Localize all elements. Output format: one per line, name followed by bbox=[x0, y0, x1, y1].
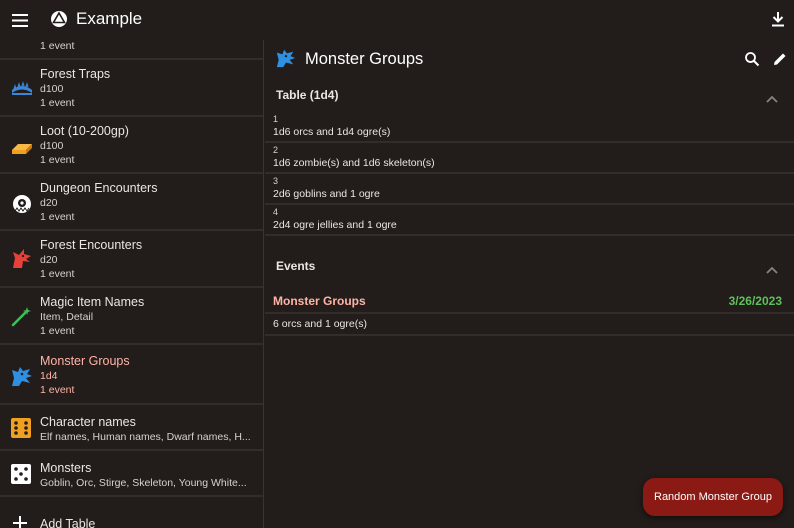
row-number: 2 bbox=[273, 145, 279, 155]
magic-wand-icon bbox=[10, 304, 34, 328]
event-name: Monster Groups bbox=[273, 294, 366, 308]
sidebar-item-dice: d20 bbox=[40, 254, 58, 266]
row-value: 2d4 ogre jellies and 1 ogre bbox=[273, 219, 397, 231]
row-value: 2d6 goblins and 1 ogre bbox=[273, 188, 380, 200]
sidebar-item-dice: Item, Detail bbox=[40, 311, 94, 323]
chevron-up-icon[interactable] bbox=[766, 261, 778, 274]
dice-icon bbox=[10, 463, 34, 487]
app-title: Example bbox=[76, 9, 143, 28]
sidebar-item-label: Monsters bbox=[40, 461, 92, 475]
sidebar-item-magic-item-names[interactable]: Magic Item Names Item, Detail 1 event bbox=[0, 288, 263, 345]
download-icon[interactable] bbox=[770, 10, 788, 28]
sidebar-item-label: Magic Item Names bbox=[40, 295, 145, 309]
sidebar-item-events: 1 event bbox=[40, 154, 75, 166]
sidebar-item-events: 1 event bbox=[40, 211, 75, 223]
search-icon[interactable] bbox=[744, 51, 760, 67]
main-header: Monster Groups bbox=[265, 40, 794, 80]
sidebar-item-label: Forest Traps bbox=[40, 67, 111, 81]
sidebar-item-events: 1 event bbox=[40, 97, 75, 109]
sidebar-item-events: 1 event bbox=[40, 384, 75, 396]
sidebar-item-loot[interactable]: Loot (10-200gp) d100 1 event bbox=[0, 117, 263, 174]
sidebar-item-label: Forest Encounters bbox=[40, 238, 143, 252]
table-row: 2 1d6 zombie(s) and 1d6 skeleton(s) bbox=[265, 143, 794, 174]
dice-icon bbox=[10, 417, 34, 441]
row-number: 3 bbox=[273, 176, 279, 186]
sidebar-item-label: Character names bbox=[40, 415, 136, 429]
row-value: 1d6 orcs and 1d4 ogre(s) bbox=[273, 126, 391, 138]
sidebar: 1 event Forest Traps d100 1 event Loot (… bbox=[0, 40, 264, 528]
table-row: 1 1d6 orcs and 1d4 ogre(s) bbox=[265, 112, 794, 143]
row-number: 4 bbox=[273, 207, 279, 217]
table-row: 4 2d4 ogre jellies and 1 ogre bbox=[265, 205, 794, 236]
random-roll-button[interactable]: Random Monster Group bbox=[643, 478, 783, 516]
row-value: 1d6 zombie(s) and 1d6 skeleton(s) bbox=[273, 157, 435, 169]
trap-icon bbox=[10, 76, 34, 100]
event-result-row: 6 orcs and 1 ogre(s) bbox=[265, 314, 794, 336]
sidebar-item-dice: d100 bbox=[40, 140, 64, 152]
sidebar-item-dice: d100 bbox=[40, 83, 64, 95]
monster-icon bbox=[275, 47, 297, 69]
sidebar-item-events: 1 event bbox=[40, 325, 75, 337]
sidebar-item-forest-traps[interactable]: Forest Traps d100 1 event bbox=[0, 60, 263, 117]
table-section-title: Table (1d4) bbox=[276, 88, 339, 102]
sidebar-item-columns: Goblin, Orc, Stirge, Skeleton, Young Whi… bbox=[40, 477, 247, 489]
events-section-title: Events bbox=[276, 259, 316, 273]
dragon-head-icon bbox=[10, 246, 34, 270]
menu-icon[interactable] bbox=[10, 10, 30, 30]
add-table-label: Add Table bbox=[40, 517, 96, 528]
event-date: 3/26/2023 bbox=[728, 294, 782, 308]
sidebar-item-dungeon-encounters[interactable]: Dungeon Encounters d20 1 event bbox=[0, 174, 263, 231]
sidebar-item-monster-groups[interactable]: Monster Groups 1d4 1 event bbox=[0, 345, 263, 405]
d20-logo-icon bbox=[50, 10, 68, 28]
sidebar-item-partial[interactable]: 1 event bbox=[0, 40, 263, 60]
sidebar-item-events: 1 event bbox=[40, 268, 75, 280]
sidebar-item-events: 1 event bbox=[40, 40, 75, 52]
sidebar-item-label: Dungeon Encounters bbox=[40, 181, 158, 195]
table-section-header[interactable]: Table (1d4) bbox=[265, 80, 794, 110]
event-result: 6 orcs and 1 ogre(s) bbox=[273, 318, 367, 330]
sidebar-item-columns: Elf names, Human names, Dwarf names, H..… bbox=[40, 431, 251, 443]
main-panel: Monster Groups Table (1d4) 1 1d6 orcs an… bbox=[265, 40, 794, 528]
sidebar-item-character-names[interactable]: Character names Elf names, Human names, … bbox=[0, 405, 263, 451]
plus-icon bbox=[12, 515, 36, 528]
chevron-up-icon[interactable] bbox=[766, 90, 778, 103]
beholder-icon bbox=[10, 191, 34, 215]
table-row: 3 2d6 goblins and 1 ogre bbox=[265, 174, 794, 205]
sidebar-item-dice: d20 bbox=[40, 197, 58, 209]
gold-bar-icon bbox=[10, 135, 34, 159]
monster-icon bbox=[10, 364, 34, 388]
sidebar-item-label: Monster Groups bbox=[40, 354, 130, 368]
event-row: Monster Groups 3/26/2023 bbox=[265, 292, 794, 314]
sidebar-item-monsters[interactable]: Monsters Goblin, Orc, Stirge, Skeleton, … bbox=[0, 451, 263, 497]
sidebar-item-dice: 1d4 bbox=[40, 370, 58, 382]
sidebar-item-label: Loot (10-200gp) bbox=[40, 124, 129, 138]
edit-icon[interactable] bbox=[772, 51, 788, 67]
events-section-header[interactable]: Events bbox=[265, 251, 794, 281]
app-bar: Example bbox=[0, 0, 794, 40]
add-table-button[interactable]: Add Table bbox=[0, 497, 263, 528]
row-number: 1 bbox=[273, 114, 279, 124]
sidebar-item-forest-encounters[interactable]: Forest Encounters d20 1 event bbox=[0, 231, 263, 288]
page-title: Monster Groups bbox=[305, 50, 424, 68]
